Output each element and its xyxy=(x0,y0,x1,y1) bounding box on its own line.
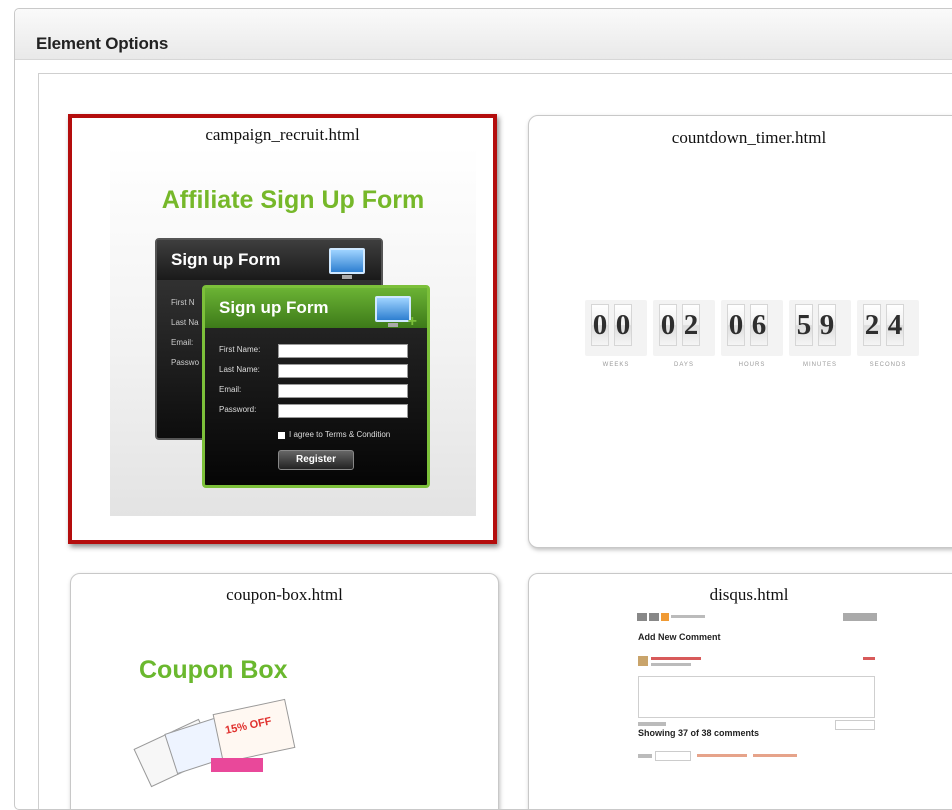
coupon-discount: 15% OFF xyxy=(224,715,273,737)
disqus-showing-count: Showing 37 of 38 comments xyxy=(638,728,760,738)
front-signup-form: Sign up Form + First Name: Last Name: Em… xyxy=(202,285,430,488)
terms-checkbox-preview xyxy=(278,432,285,439)
form-label-first-name: First Name: xyxy=(219,345,261,354)
terms-label: I agree to Terms & Condition xyxy=(289,430,391,439)
countdown-digit: 0 xyxy=(614,304,632,346)
form-label-password: Password: xyxy=(219,405,257,414)
countdown-unit-seconds: SECONDS xyxy=(869,362,907,368)
back-form-title: Sign up Form xyxy=(171,250,281,269)
email-field-preview xyxy=(278,384,408,398)
last-name-field-preview xyxy=(278,364,408,378)
back-form-label: Last Na xyxy=(171,318,199,327)
element-card-campaign-recruit[interactable]: campaign_recruit.html Affiliate Sign Up … xyxy=(68,114,497,544)
first-name-field-preview xyxy=(278,344,408,358)
countdown-digit: 0 xyxy=(659,304,677,346)
form-label-last-name: Last Name: xyxy=(219,365,260,374)
card-filename: disqus.html xyxy=(709,585,789,604)
card-filename: campaign_recruit.html xyxy=(205,125,360,144)
countdown-digit: 6 xyxy=(750,304,768,346)
element-options-panel: Element Options campaign_recruit.html Af… xyxy=(14,8,952,810)
coupon-card: 15% OFF xyxy=(212,698,296,764)
countdown-digit: 0 xyxy=(727,304,745,346)
card-filename: coupon-box.html xyxy=(226,585,343,604)
countdown-digit: 5 xyxy=(795,304,813,346)
password-field-preview xyxy=(278,404,408,418)
countdown-digit: 9 xyxy=(818,304,836,346)
back-form-label: First N xyxy=(171,298,195,307)
plus-icon: + xyxy=(407,313,417,330)
countdown-unit-days: DAYS xyxy=(674,362,694,368)
disqus-comment-box-preview xyxy=(638,676,875,718)
affiliate-heading: Affiliate Sign Up Form xyxy=(161,186,425,214)
element-options-grid: campaign_recruit.html Affiliate Sign Up … xyxy=(38,73,952,809)
monitor-icon xyxy=(329,248,365,279)
card-filename: countdown_timer.html xyxy=(671,128,827,147)
form-label-email: Email: xyxy=(219,385,242,394)
back-form-label: Passwo xyxy=(171,358,200,367)
front-form-title: Sign up Form xyxy=(219,298,329,317)
campaign-recruit-preview: Affiliate Sign Up Form Sign up Form Firs… xyxy=(110,146,476,516)
back-form-label: Email: xyxy=(171,338,194,347)
monitor-icon xyxy=(375,296,411,327)
countdown-unit-weeks: WEEKS xyxy=(602,362,630,368)
element-card-countdown-timer[interactable]: countdown_timer.html 0 0 0 2 0 6 5 9 2 4… xyxy=(528,115,952,548)
avatar xyxy=(638,656,648,666)
coupon-heading: Coupon Box xyxy=(139,656,288,684)
countdown-preview: 0 0 0 2 0 6 5 9 2 4 WEEKS DAYS HOURS MIN… xyxy=(585,300,923,378)
disqus-preview: Add New Comment Showing 37 of 38 comment… xyxy=(635,610,881,780)
countdown-digit: 4 xyxy=(886,304,904,346)
coupon-stack-image: 15% OFF xyxy=(129,698,299,788)
countdown-digit: 2 xyxy=(682,304,700,346)
element-card-coupon-box[interactable]: coupon-box.html Coupon Box 15% OFF xyxy=(70,573,499,809)
register-button-preview: Register xyxy=(278,450,354,470)
countdown-digit: 0 xyxy=(591,304,609,346)
countdown-unit-hours: HOURS xyxy=(738,362,766,368)
countdown-digit: 2 xyxy=(863,304,881,346)
panel-title: Element Options xyxy=(36,34,169,53)
disqus-add-comment-heading: Add New Comment xyxy=(638,632,721,642)
element-card-disqus[interactable]: disqus.html Add New Comment Showing 37 o… xyxy=(528,573,952,809)
countdown-unit-minutes: MINUTES xyxy=(803,362,837,368)
